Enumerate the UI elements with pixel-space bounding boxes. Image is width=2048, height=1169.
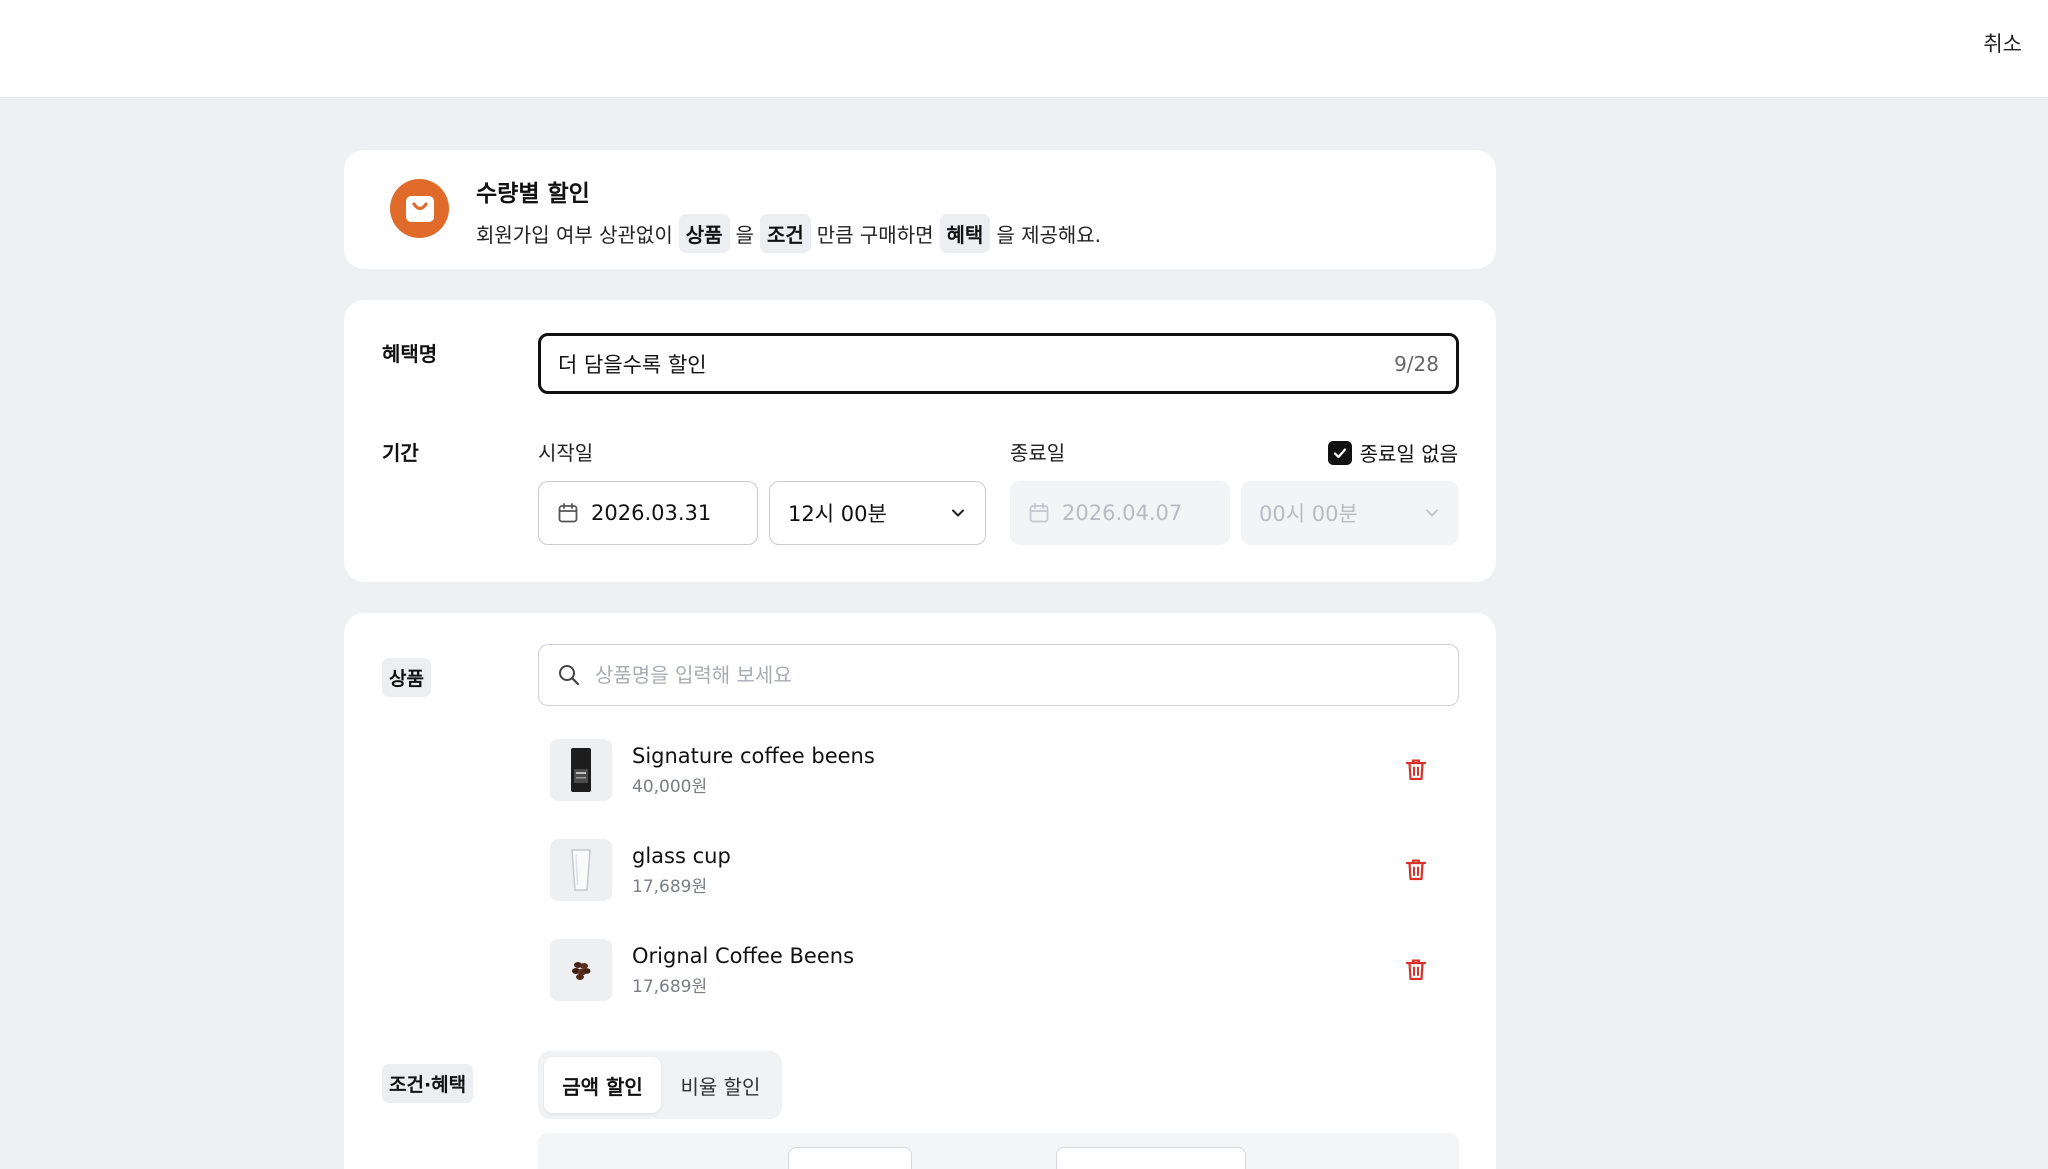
end-time-select: 00시 00분 (1241, 481, 1459, 545)
start-date-label: 시작일 (538, 441, 594, 465)
chevron-down-icon (952, 509, 964, 517)
cancel-button[interactable]: 취소 (1983, 28, 2022, 58)
quantity-input[interactable] (788, 1147, 912, 1169)
glass-cup-thumbnail (550, 839, 612, 901)
intro-desc-text: 을 제공해요. (996, 223, 1102, 247)
chip-benefit: 혜택 (939, 214, 991, 253)
product-list-item: glass cup 17,689원 (550, 838, 1455, 902)
product-info: Orignal Coffee Beens 17,689원 (632, 944, 1401, 997)
period-label: 기간 (382, 441, 419, 465)
coffee-bag-thumbnail (550, 739, 612, 801)
calendar-icon (1029, 503, 1049, 523)
product-info: glass cup 17,689원 (632, 844, 1401, 897)
chip-product: 상품 (678, 214, 730, 253)
product-search-input[interactable] (595, 663, 1440, 687)
product-price: 17,689원 (632, 976, 708, 997)
chip-condition: 조건 (759, 214, 811, 253)
top-bar: 취소 (0, 0, 2048, 98)
calendar-icon (558, 503, 578, 523)
benefit-form-card: 혜택명 더 담을수록 할인 9/28 기간 시작일 종료일 종료일 없음 202… (344, 300, 1496, 582)
trash-icon[interactable] (1401, 855, 1431, 885)
end-time-value: 00시 00분 (1259, 502, 1358, 526)
intro-card: 수량별 할인 회원가입 여부 상관없이 상품 을 조건 만큼 구매하면 혜택 을… (344, 150, 1496, 269)
benefit-name-label: 혜택명 (382, 342, 438, 366)
start-time-value: 12시 00분 (788, 502, 887, 526)
end-date-picker: 2026.04.07 (1010, 481, 1230, 545)
intro-desc-text: 만큼 구매하면 (816, 223, 934, 247)
intro-desc-particle: 을 (735, 223, 754, 247)
end-date-label: 종료일 (1010, 441, 1066, 465)
benefit-name-value[interactable]: 더 담을수록 할인 (558, 349, 1394, 379)
conditions-label: 조건·혜택 (382, 1064, 474, 1103)
tab-amount-discount[interactable]: 금액 할인 (544, 1057, 661, 1113)
coffee-beans-thumbnail (550, 939, 612, 1001)
search-icon (559, 665, 580, 686)
intro-title: 수량별 할인 (476, 181, 590, 207)
end-date-value: 2026.04.07 (1062, 501, 1183, 525)
shopping-bag-icon (390, 179, 449, 238)
discount-type-toggle: 금액 할인 비율 할인 (538, 1051, 782, 1119)
products-label: 상품 (382, 658, 431, 697)
product-search-field[interactable] (538, 644, 1459, 706)
no-end-date-toggle[interactable]: 종료일 없음 (1327, 438, 1458, 467)
trash-icon[interactable] (1401, 955, 1431, 985)
start-date-value: 2026.03.31 (591, 501, 712, 525)
product-price: 17,689원 (632, 876, 708, 897)
product-name: Orignal Coffee Beens (632, 943, 855, 968)
intro-description: 회원가입 여부 상관없이 상품 을 조건 만큼 구매하면 혜택 을 제공해요. (476, 214, 1101, 253)
no-end-date-label: 종료일 없음 (1359, 442, 1458, 466)
benefit-name-input[interactable]: 더 담을수록 할인 9/28 (538, 333, 1459, 394)
product-info: Signature coffee beens 40,000원 (632, 744, 1401, 797)
product-name: glass cup (632, 843, 731, 868)
start-time-select[interactable]: 12시 00분 (769, 481, 986, 545)
product-price: 40,000원 (632, 776, 708, 797)
checkbox-checked-icon[interactable] (1327, 440, 1352, 465)
char-counter: 9/28 (1394, 351, 1439, 376)
chevron-down-icon (1426, 509, 1438, 517)
trash-icon[interactable] (1401, 755, 1431, 785)
intro-desc-text: 회원가입 여부 상관없이 (476, 223, 673, 247)
condition-settings-box (538, 1133, 1459, 1169)
products-card: 상품 Signature coffee beens 40,000원 (344, 613, 1496, 1169)
discount-amount-input[interactable] (1056, 1147, 1246, 1169)
start-date-picker[interactable]: 2026.03.31 (538, 481, 758, 545)
product-list-item: Signature coffee beens 40,000원 (550, 738, 1455, 802)
product-list-item: Orignal Coffee Beens 17,689원 (550, 938, 1455, 1002)
product-name: Signature coffee beens (632, 743, 875, 768)
tab-rate-discount[interactable]: 비율 할인 (665, 1057, 776, 1113)
